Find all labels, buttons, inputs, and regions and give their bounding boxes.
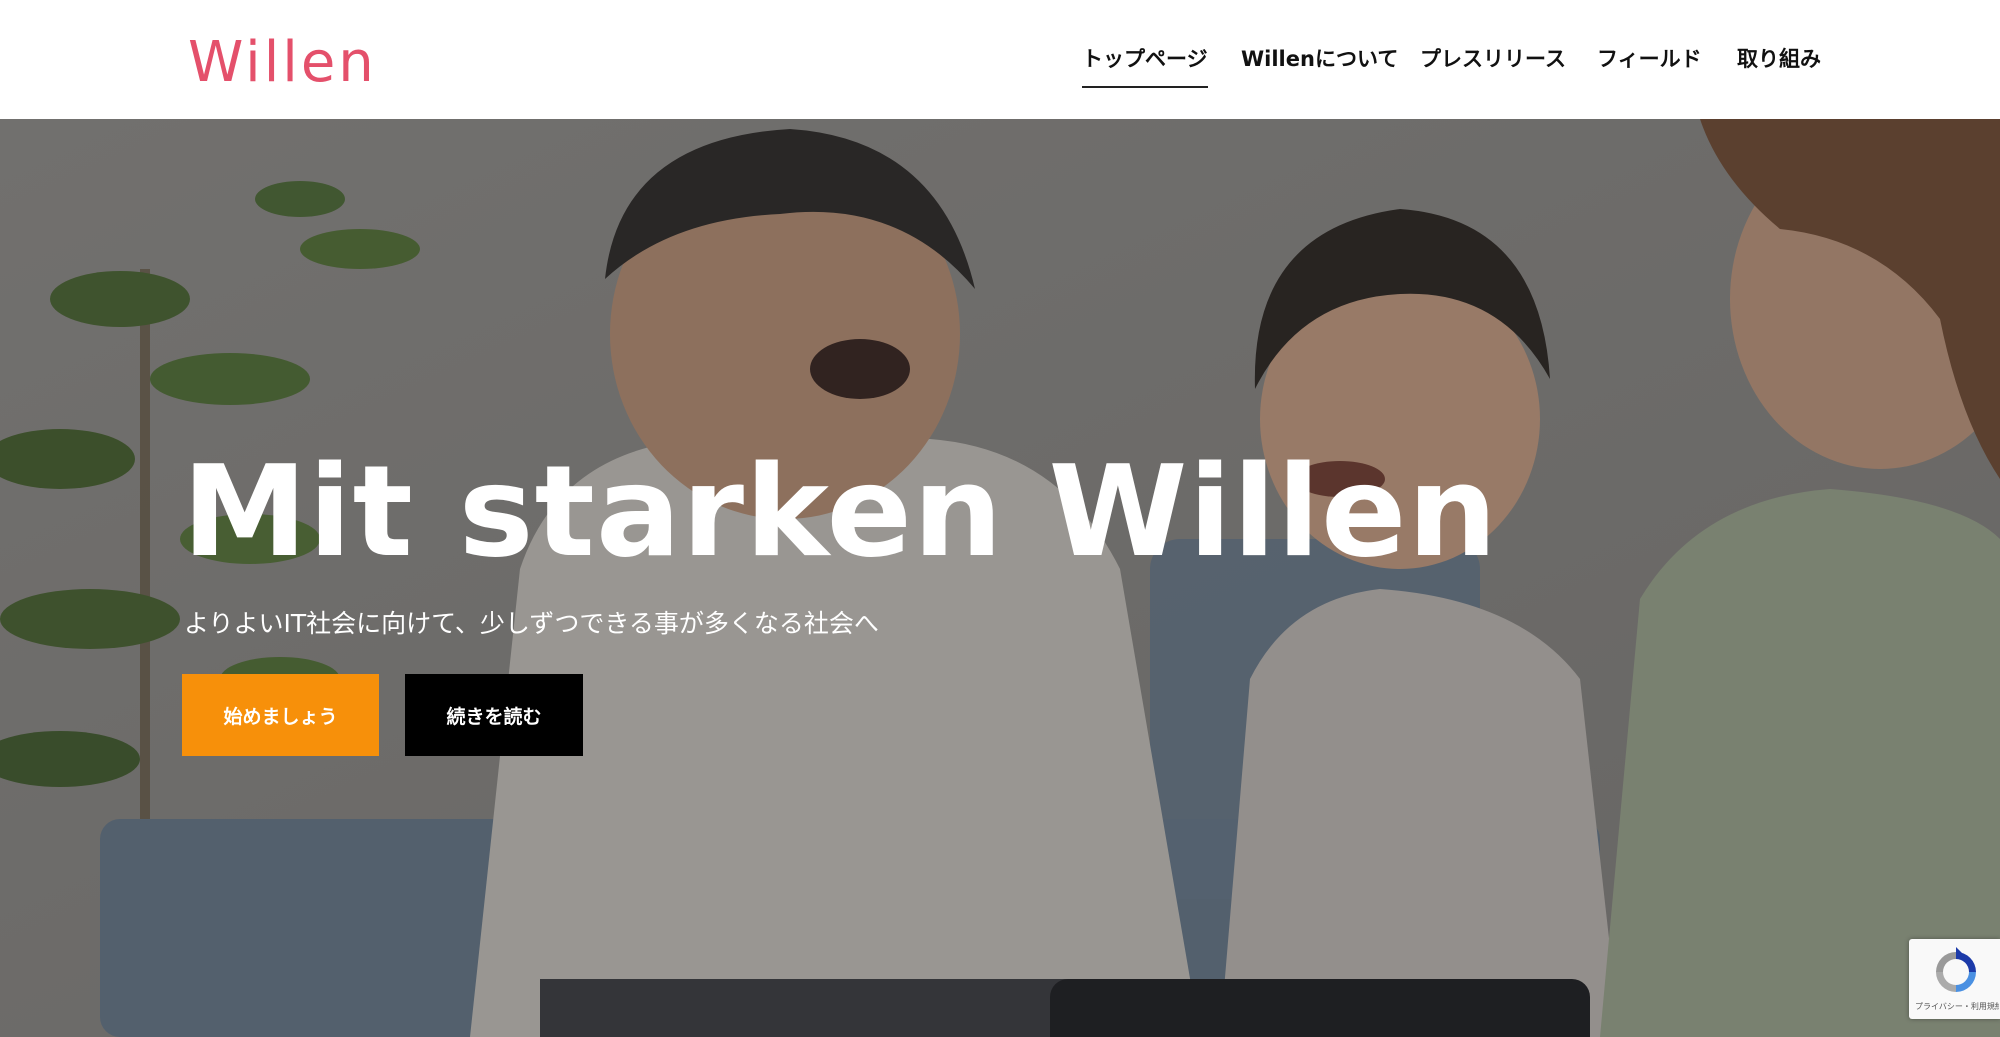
site-header: Willen トップページ Willenについて プレスリリース フィールド 取… <box>0 0 2000 119</box>
nav-item-press-release[interactable]: プレスリリース <box>1420 44 1566 84</box>
hero-title: Mit starken Willen <box>182 438 1499 585</box>
recaptcha-icon <box>1936 947 1976 992</box>
nav-item-about-willen[interactable]: Willenについて <box>1241 44 1398 84</box>
nav-item-initiatives[interactable]: 取り組み <box>1737 44 1821 84</box>
hero-section: Mit starken Willen よりよいIT社会に向けて、少しずつできる事… <box>0 119 2000 1037</box>
nav-item-field[interactable]: フィールド <box>1597 44 1702 84</box>
nav-item-top-page[interactable]: トップページ <box>1082 44 1208 88</box>
recaptcha-badge[interactable]: プライバシー・利用規約 <box>1909 939 2000 1019</box>
get-started-button[interactable]: 始めましょう <box>182 674 379 756</box>
read-more-button[interactable]: 続きを読む <box>405 674 583 756</box>
recaptcha-terms-text[interactable]: プライバシー・利用規約 <box>1915 1001 1999 1012</box>
site-logo[interactable]: Willen <box>188 30 377 96</box>
hero-subtitle: よりよいIT社会に向けて、少しずつできる事が多くなる社会へ <box>184 609 879 638</box>
